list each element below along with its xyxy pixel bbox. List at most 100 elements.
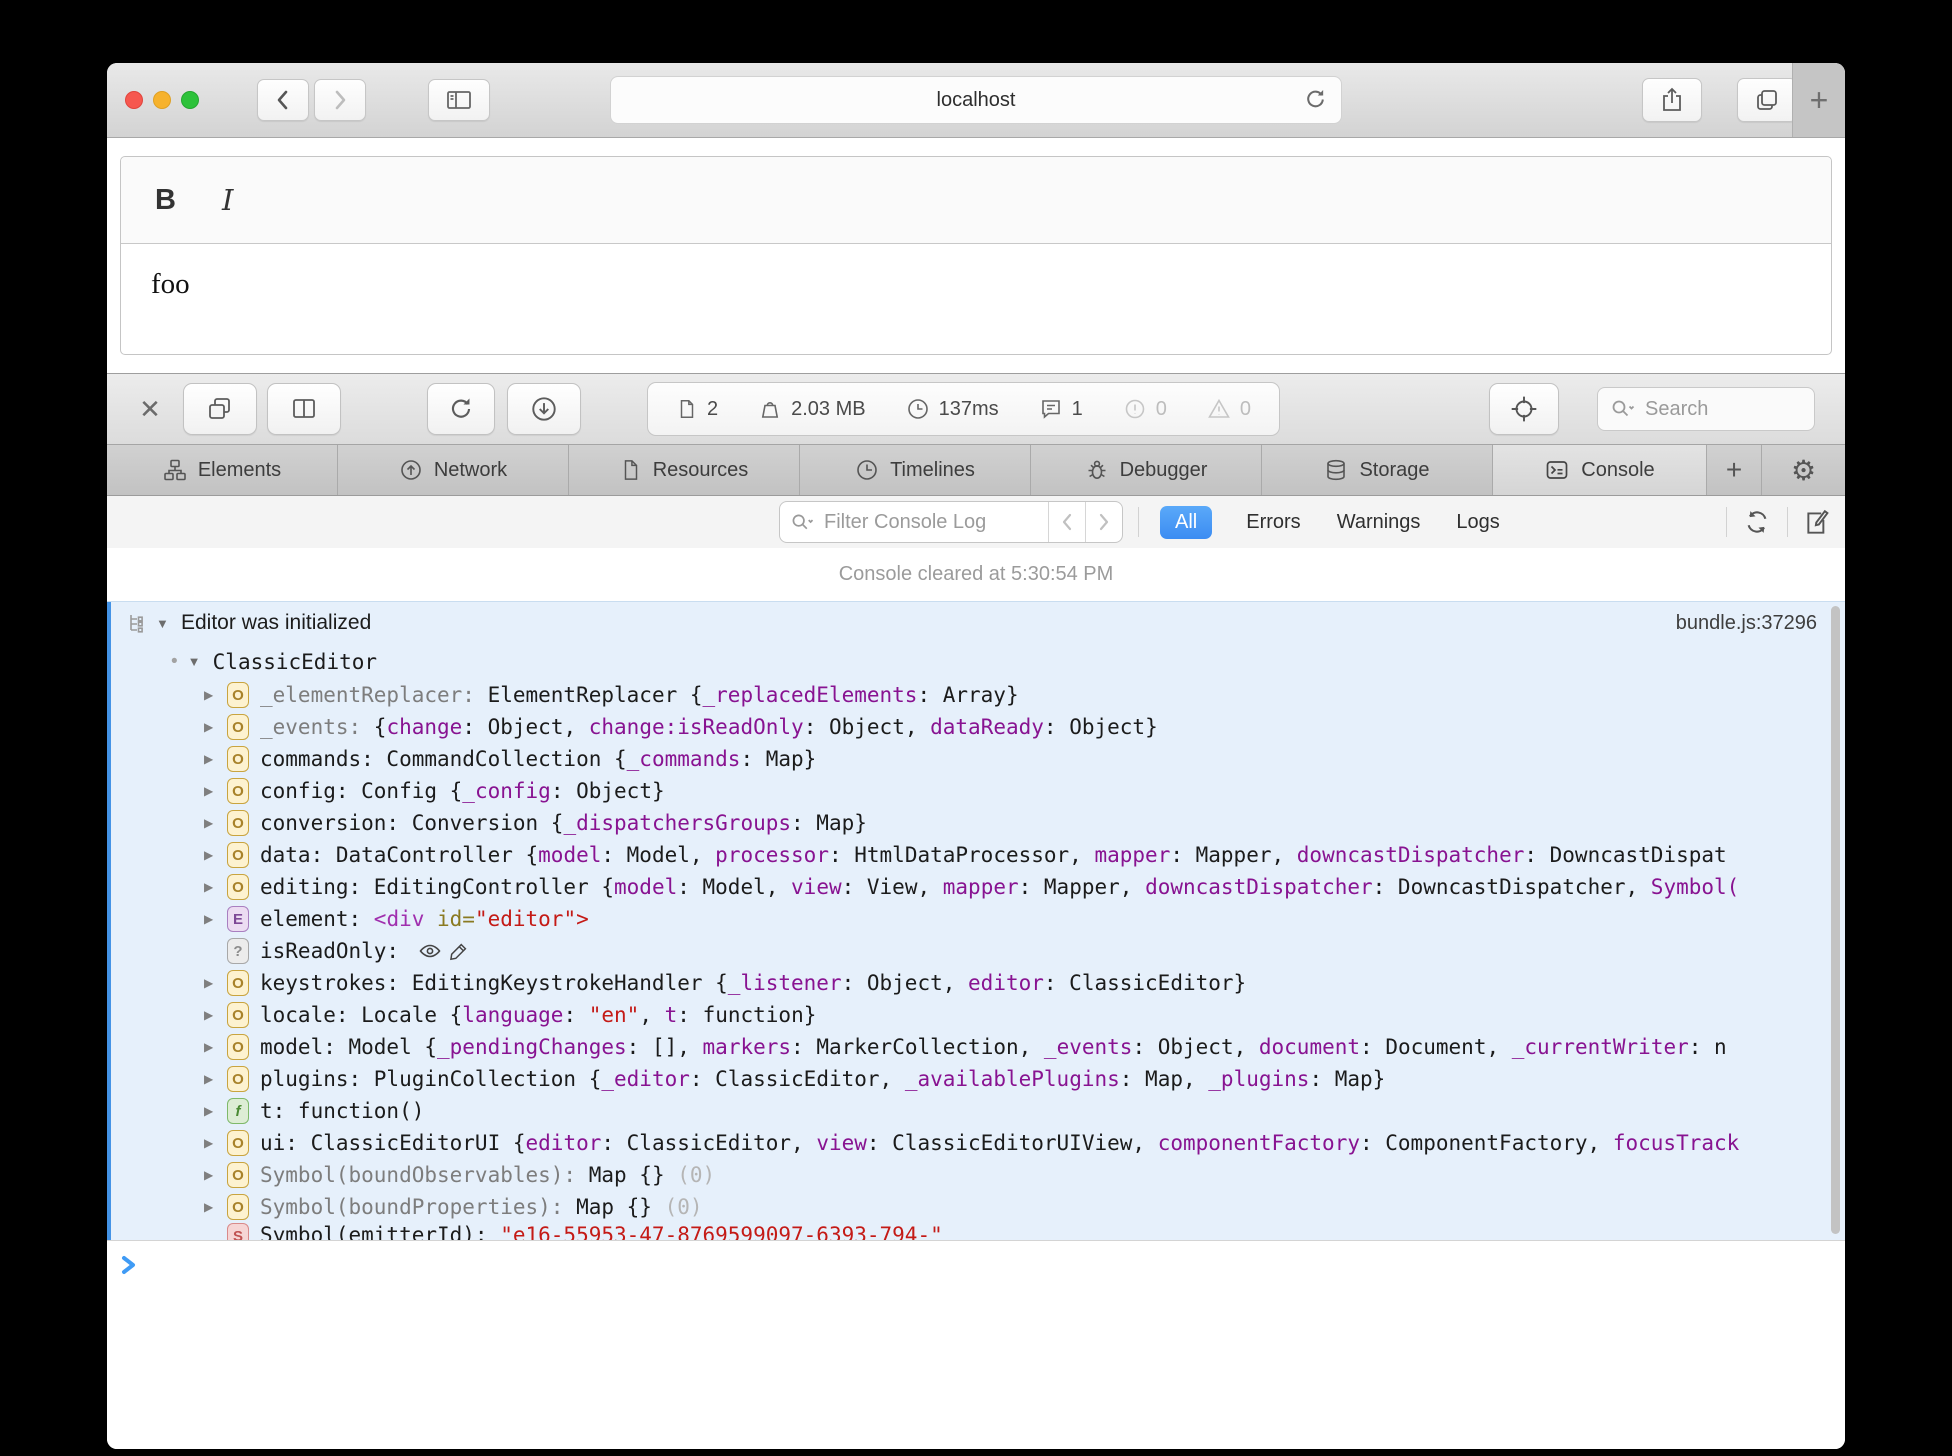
- disclosure-triangle-icon[interactable]: ▶: [204, 976, 218, 990]
- disclosure-triangle-icon[interactable]: ▶: [204, 1104, 218, 1118]
- console-property-row[interactable]: ▶ O Symbol(boundObservables): Map {} (0): [107, 1159, 1845, 1191]
- console-prompt-area[interactable]: [107, 1240, 1845, 1449]
- disclosure-triangle-icon[interactable]: ▶: [204, 720, 218, 734]
- next-result-button[interactable]: [1085, 502, 1122, 542]
- object-root-row[interactable]: • ▼ ClassicEditor: [107, 644, 1845, 679]
- console-messages-area[interactable]: Console cleared at 5:30:54 PM ▼ Editor w…: [107, 548, 1845, 1240]
- forward-button[interactable]: [314, 79, 366, 121]
- tab-resources[interactable]: Resources: [569, 445, 800, 495]
- disclosure-triangle-icon[interactable]: ▶: [204, 880, 218, 894]
- close-inspector-button[interactable]: ✕: [133, 394, 167, 425]
- object-badge: O: [227, 970, 249, 996]
- console-property-row[interactable]: ▶ Oconfig: Config {_config: Object}: [107, 775, 1845, 807]
- close-window-button[interactable]: [125, 91, 143, 109]
- console-property-row[interactable]: ▶ O Symbol(boundProperties): Map {} (0): [107, 1191, 1845, 1223]
- tab-network[interactable]: Network: [338, 445, 569, 495]
- garbage-collect-button[interactable]: [1742, 507, 1772, 537]
- token: : Object,: [1132, 1035, 1259, 1059]
- eye-icon: [417, 939, 443, 963]
- vertical-scrollbar[interactable]: [1831, 606, 1840, 1234]
- refresh-icon[interactable]: [1302, 86, 1329, 113]
- disclosure-triangle-icon[interactable]: ▼: [188, 654, 203, 669]
- console-property-row[interactable]: ▶ Oconversion: Conversion {_dispatchersGr…: [107, 807, 1845, 839]
- console-property-row[interactable]: ▶ O _elementReplacer: ElementReplacer {_re…: [107, 679, 1845, 711]
- new-tab-button[interactable]: +: [1792, 63, 1845, 137]
- console-property-row[interactable]: ▶ f t: function(): [107, 1095, 1845, 1127]
- timelines-icon: [855, 458, 879, 482]
- disclosure-triangle-icon[interactable]: ▶: [204, 848, 218, 862]
- tab-debugger[interactable]: Debugger: [1031, 445, 1262, 495]
- console-property-row[interactable]: ▶ Odata: DataController {model: Model, pr…: [107, 839, 1845, 871]
- console-property-row[interactable]: ▶ O _events: {change: Object, change:isRea…: [107, 711, 1845, 743]
- detach-inspector-button[interactable]: [183, 383, 257, 435]
- zoom-window-button[interactable]: [181, 91, 199, 109]
- scope-all[interactable]: All: [1160, 505, 1213, 539]
- console-property-row[interactable]: ▶ Okeystrokes: EditingKeystrokeHandler {_…: [107, 967, 1845, 999]
- tab-elements[interactable]: Elements: [107, 445, 338, 495]
- tab-timelines[interactable]: Timelines: [800, 445, 1031, 495]
- console-property-row[interactable]: ▶ Olocale: Locale {language: "en", t: fun…: [107, 999, 1845, 1031]
- log-source-link[interactable]: bundle.js:37296: [1676, 612, 1817, 635]
- disclosure-triangle-icon[interactable]: ▶: [204, 1168, 218, 1182]
- console-log-entry[interactable]: ▼ Editor was initialized bundle.js:37296…: [107, 601, 1845, 1240]
- disclosure-triangle-icon[interactable]: ▶: [204, 752, 218, 766]
- token: change:isReadOnly: [588, 715, 804, 739]
- console-property-row[interactable]: ▶ Eelement: <div id= "editor">: [107, 903, 1845, 935]
- add-tab-button[interactable]: +: [1707, 445, 1762, 495]
- sidebar-toggle-button[interactable]: [428, 79, 490, 121]
- editor-content[interactable]: foo: [121, 244, 1831, 354]
- console-property-row[interactable]: ▶ Oediting: EditingController {model: Mod…: [107, 871, 1845, 903]
- previous-result-button[interactable]: [1048, 502, 1085, 542]
- safari-window: localhost + B I foo ✕ 2 2.03 MB 137ms 1 …: [107, 63, 1845, 1449]
- scope-warnings[interactable]: Warnings: [1335, 506, 1423, 539]
- reload-page-button[interactable]: [427, 383, 495, 435]
- disclosure-triangle-icon[interactable]: ▶: [204, 816, 218, 830]
- console-property-row[interactable]: ▶ Ocommands: CommandCollection {_commands…: [107, 743, 1845, 775]
- token: : Mapper,: [1018, 875, 1146, 899]
- token: : DowncastDispat: [1524, 843, 1727, 867]
- settings-button[interactable]: ⚙: [1762, 445, 1845, 495]
- dock-side-button[interactable]: [267, 383, 341, 435]
- element-picker-button[interactable]: [1489, 383, 1559, 435]
- disclosure-triangle-icon[interactable]: ▶: [204, 1136, 218, 1150]
- download-button[interactable]: [507, 383, 581, 435]
- disclosure-triangle-icon[interactable]: ▶: [204, 1200, 218, 1214]
- disclosure-triangle-icon[interactable]: ▶: [204, 1008, 218, 1022]
- plus-icon: +: [1809, 81, 1829, 118]
- filter-placeholder: Filter Console Log: [824, 510, 987, 533]
- console-property-row[interactable]: ▶ Omodel: Model {_pendingChanges: [], mar…: [107, 1031, 1845, 1063]
- token: : Map}: [1309, 1067, 1386, 1091]
- share-button[interactable]: [1642, 78, 1702, 122]
- italic-button[interactable]: I: [222, 183, 233, 217]
- disclosure-triangle-icon[interactable]: ▶: [204, 688, 218, 702]
- disclosure-triangle-icon[interactable]: ▼: [156, 616, 171, 631]
- bold-button[interactable]: B: [155, 184, 176, 217]
- object-badge: O: [227, 714, 249, 740]
- disclosure-triangle-icon[interactable]: ▶: [204, 912, 218, 926]
- inspector-search-field[interactable]: Search: [1597, 387, 1815, 431]
- console-property-row[interactable]: ▶ Oplugins: PluginCollection {_editor: Cl…: [107, 1063, 1845, 1095]
- token: _events:: [260, 715, 374, 739]
- console-property-row[interactable]: ▶ Oui: ClassicEditorUI {editor: ClassicEd…: [107, 1127, 1845, 1159]
- tab-console[interactable]: Console: [1493, 445, 1707, 495]
- console-property-row[interactable]: S Symbol(emitterId): "e16-55953-47-876959…: [107, 1223, 1845, 1240]
- disclosure-triangle-icon[interactable]: ▶: [204, 1072, 218, 1086]
- minimize-window-button[interactable]: [153, 91, 171, 109]
- sidebar-icon: [445, 88, 473, 112]
- disclosure-triangle-icon[interactable]: ▶: [204, 1040, 218, 1054]
- tab-overview-button[interactable]: [1737, 78, 1797, 122]
- stats-pill[interactable]: 2 2.03 MB 137ms 1 0 0: [647, 382, 1281, 436]
- disclosure-triangle-icon[interactable]: ▶: [204, 784, 218, 798]
- compose-log-button[interactable]: [1803, 507, 1833, 537]
- filter-console-input[interactable]: Filter Console Log: [780, 502, 1048, 542]
- token: model: [538, 843, 602, 867]
- back-button[interactable]: [257, 79, 309, 121]
- console-property-row[interactable]: ? isReadOnly:: [107, 935, 1845, 967]
- weight-icon: [758, 397, 782, 421]
- token: editor: [525, 1131, 602, 1155]
- log-header-row[interactable]: ▼ Editor was initialized bundle.js:37296: [107, 602, 1845, 644]
- scope-errors[interactable]: Errors: [1244, 506, 1302, 539]
- url-bar[interactable]: localhost: [610, 76, 1342, 124]
- scope-logs[interactable]: Logs: [1454, 506, 1501, 539]
- tab-storage[interactable]: Storage: [1262, 445, 1493, 495]
